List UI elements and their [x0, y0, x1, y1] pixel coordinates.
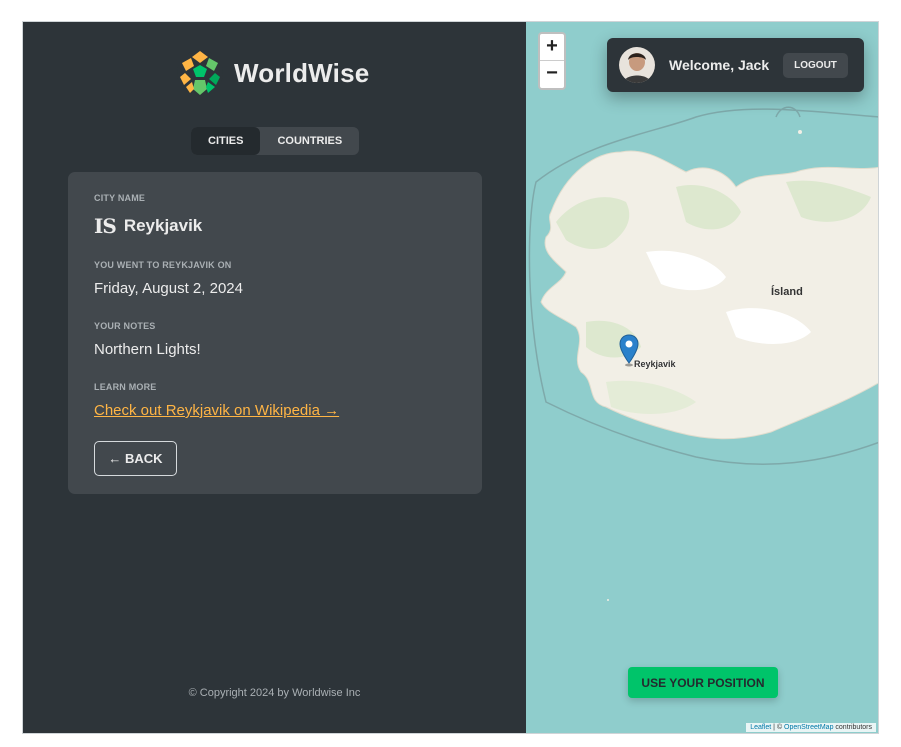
- city-name-row: IS Reykjavik: [94, 214, 202, 238]
- notes-label: YOUR NOTES: [94, 321, 156, 331]
- use-position-button[interactable]: USE YOUR POSITION: [628, 667, 778, 698]
- notes-value: Northern Lights!: [94, 341, 201, 358]
- wikipedia-link[interactable]: Check out Reykjavik on Wikipedia →: [94, 402, 339, 419]
- visited-label: YOU WENT TO REYKJAVIK ON: [94, 260, 232, 270]
- city-map-label: Reykjavik: [634, 359, 676, 369]
- zoom-out-button[interactable]: −: [540, 61, 564, 88]
- tab-cities[interactable]: CITIES: [191, 127, 261, 155]
- country-flag: IS: [94, 214, 117, 238]
- attribution-suffix: contributors: [833, 724, 872, 731]
- city-name: Reykjavik: [123, 216, 203, 235]
- app-name: WorldWise: [234, 57, 370, 88]
- tab-nav: CITIES COUNTRIES: [191, 127, 360, 155]
- country-map-label: Ísland: [771, 286, 803, 298]
- welcome-text: Welcome, Jack: [669, 57, 770, 73]
- back-button[interactable]: ← BACK: [94, 441, 177, 476]
- avatar: [619, 47, 655, 83]
- city-name-label: CITY NAME: [94, 193, 146, 203]
- map-attribution: Leaflet | © OpenStreetMap contributors: [746, 723, 876, 732]
- visited-date: Friday, August 2, 2024: [94, 280, 243, 297]
- logout-button[interactable]: LOGOUT: [783, 52, 848, 78]
- logo[interactable]: WorldWise: [176, 49, 369, 97]
- zoom-in-button[interactable]: +: [540, 34, 564, 61]
- map[interactable]: + − Welcome, Jack LOGOUT Ísland Reykjavi…: [526, 22, 878, 733]
- app-container: WorldWise CITIES COUNTRIES CITY NAME IS …: [22, 21, 879, 734]
- copyright-footer: © Copyright 2024 by Worldwise Inc: [188, 687, 361, 699]
- zoom-control: + −: [538, 32, 566, 90]
- worldwise-globe-icon: [177, 50, 223, 96]
- osm-link[interactable]: OpenStreetMap: [784, 724, 833, 731]
- iceland-map-graphic: [528, 106, 878, 601]
- user-avatar-icon: [619, 47, 655, 83]
- user-panel: Welcome, Jack LOGOUT: [607, 38, 864, 92]
- sidebar: WorldWise CITIES COUNTRIES CITY NAME IS …: [23, 22, 526, 733]
- learn-more-label: LEARN MORE: [94, 382, 157, 392]
- attribution-separator: | ©: [771, 724, 785, 731]
- leaflet-link[interactable]: Leaflet: [750, 724, 771, 731]
- city-details-card: CITY NAME IS Reykjavik YOU WENT TO REYKJ…: [68, 172, 482, 494]
- tab-countries[interactable]: COUNTRIES: [260, 127, 359, 155]
